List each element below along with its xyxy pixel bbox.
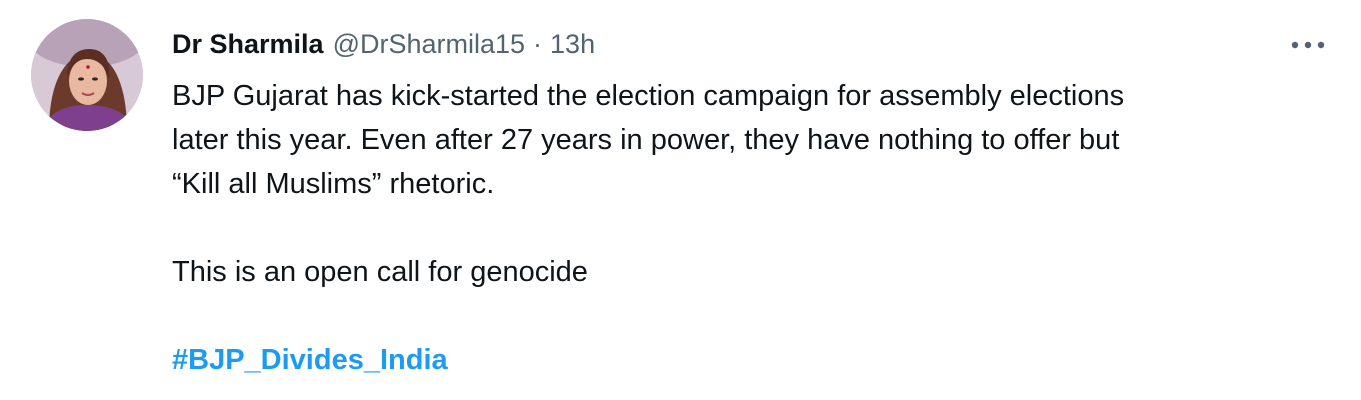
author-display-name[interactable]: Dr Sharmila [172,24,324,64]
more-options-icon [1291,41,1325,49]
tweet-header: Dr Sharmila @DrSharmila15 · 13h [172,24,595,64]
separator-dot: · [533,29,543,59]
hashtag-link[interactable]: #BJP_Divides_India [172,344,448,376]
tweet-card[interactable]: Dr Sharmila @DrSharmila15 · 13h BJP Guja… [0,0,1361,400]
tweet-text-line: BJP Gujarat has kick-started the electio… [172,80,1125,112]
tweet-timestamp[interactable]: 13h [550,24,595,64]
author-handle[interactable]: @DrSharmila15 [333,24,525,64]
tweet-text-line: later this year. Even after 27 years in … [172,124,1120,156]
tweet-text: BJP Gujarat has kick-started the electio… [172,74,1322,382]
tweet-paragraph: This is an open call for genocide [172,256,588,288]
tweet-text-line: “Kill all Muslims” rhetoric. [172,168,495,200]
more-options-button[interactable] [1288,28,1328,62]
hashtag-paragraph: #BJP_Divides_India [172,338,1322,382]
author-avatar[interactable] [31,19,143,131]
avatar-image [31,19,143,131]
